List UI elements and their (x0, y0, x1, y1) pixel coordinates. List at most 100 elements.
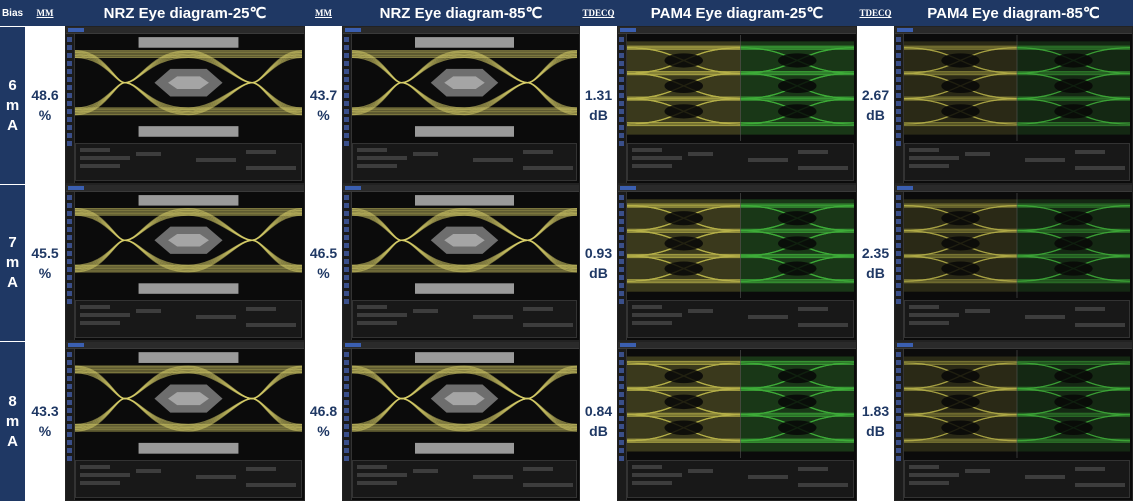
scope-toolbar (618, 349, 627, 500)
scope-logo (897, 28, 913, 32)
metric-unit: dB (866, 264, 885, 281)
tdecq-value-r2-c4: 2.35 dB (857, 184, 894, 341)
metric-unit: % (317, 423, 330, 439)
eye-diagram-plot (75, 193, 302, 298)
scope-logo (68, 186, 84, 190)
scope-menu-bar (66, 185, 304, 192)
metric-header-mm-85: MM (305, 0, 342, 26)
bias-char: A (7, 432, 18, 450)
mm-value-r2-c2: 46.5% (305, 184, 342, 341)
eye-diagram-plot (627, 193, 854, 298)
metric-unit: % (38, 423, 52, 439)
eye-diagram-plot (904, 350, 1130, 458)
metric-unit: dB (589, 264, 608, 281)
bias-char: 7 (8, 234, 17, 251)
scope-toolbar (343, 192, 352, 340)
pam4-eye-screenshot (894, 184, 1133, 341)
nrz-eye-screenshot (342, 26, 580, 184)
nrz-eye-screenshot (342, 184, 580, 341)
scope-menu-bar (618, 342, 856, 349)
bias-char: m (5, 96, 20, 114)
scope-toolbar (66, 34, 75, 183)
metric-header-tdecq-85: TDECQ (857, 0, 894, 26)
scope-measurement-panel (627, 143, 854, 181)
scope-logo (897, 186, 913, 190)
scope-measurement-panel (627, 460, 854, 498)
bias-char: 8 (8, 392, 17, 410)
scope-toolbar (66, 192, 75, 340)
metric-number: 0.84 (584, 403, 613, 419)
metric-number: 43.7 (309, 87, 338, 103)
nrz-eye-screenshot (65, 184, 305, 341)
scope-toolbar (66, 349, 75, 500)
tdecq-value-r1-c3: 1.31 dB (580, 26, 617, 184)
metric-unit: % (317, 107, 330, 123)
scope-toolbar (895, 349, 904, 500)
scope-logo (897, 343, 913, 347)
eye-diagram-plot (352, 350, 577, 458)
eye-diagram-plot (627, 350, 854, 458)
scope-logo (345, 186, 361, 190)
eye-diagram-plot (904, 35, 1130, 141)
scope-logo (68, 343, 84, 347)
metric-unit: % (38, 107, 52, 123)
results-table: Bias MM NRZ Eye diagram-25℃ MM NRZ Eye d… (0, 0, 1133, 501)
scope-measurement-panel (75, 300, 302, 338)
bias-char: m (5, 254, 20, 271)
metric-number: 2.35 (861, 244, 890, 261)
scope-measurement-panel (352, 300, 577, 338)
mm-value-r1-c2: 43.7% (305, 26, 342, 184)
metric-unit: % (317, 264, 330, 281)
nrz-eye-screenshot (65, 26, 305, 184)
scope-toolbar (343, 34, 352, 183)
bias-cell-row-1: 6 m A (0, 26, 25, 184)
nrz-eye-screenshot (342, 341, 580, 501)
scope-menu-bar (895, 342, 1132, 349)
scope-measurement-panel (352, 143, 577, 181)
scope-measurement-panel (627, 300, 854, 338)
bias-char: A (7, 116, 18, 134)
tdecq-value-r1-c4: 2.67 dB (857, 26, 894, 184)
scope-toolbar (618, 192, 627, 340)
eye-diagram-plot (352, 193, 577, 298)
eye-diagram-plot (627, 35, 854, 141)
bias-char: m (5, 412, 20, 430)
bias-header: Bias (0, 0, 25, 26)
scope-toolbar (895, 34, 904, 183)
scope-menu-bar (343, 342, 579, 349)
tdecq-value-r3-c3: 0.84 dB (580, 341, 617, 501)
metric-number: 48.6 (31, 87, 59, 103)
metric-number: 1.83 (861, 403, 890, 419)
scope-menu-bar (618, 185, 856, 192)
eye-diagram-plot (352, 35, 577, 141)
scope-toolbar (343, 349, 352, 500)
metric-number: 0.93 (584, 244, 613, 261)
pam4-eye-screenshot (894, 341, 1133, 501)
metric-header-tdecq-25: TDECQ (580, 0, 617, 26)
scope-logo (620, 186, 636, 190)
scope-logo (620, 28, 636, 32)
mm-value-r1-c1: 48.6% (25, 26, 65, 184)
scope-measurement-panel (75, 460, 302, 498)
scope-logo (345, 343, 361, 347)
scope-menu-bar (343, 27, 579, 34)
mm-value-r2-c1: 45.5% (25, 184, 65, 341)
metric-number: 45.5 (31, 244, 59, 261)
metric-number: 1.31 (584, 87, 613, 103)
scope-logo (620, 343, 636, 347)
metric-number: 46.8 (309, 403, 338, 419)
eye-diagram-plot (75, 350, 302, 458)
bias-cell-row-3: 8 m A (0, 341, 25, 501)
bias-char: 6 (8, 76, 17, 94)
scope-menu-bar (343, 185, 579, 192)
metric-unit: % (38, 264, 52, 281)
title-pam4-85: PAM4 Eye diagram-85℃ (894, 0, 1133, 26)
metric-unit: dB (866, 423, 885, 439)
scope-toolbar (895, 192, 904, 340)
pam4-eye-screenshot (617, 26, 857, 184)
tdecq-value-r2-c3: 0.93 dB (580, 184, 617, 341)
scope-logo (68, 28, 84, 32)
scope-measurement-panel (75, 143, 302, 181)
metric-unit: dB (866, 107, 885, 123)
nrz-eye-screenshot (65, 341, 305, 501)
